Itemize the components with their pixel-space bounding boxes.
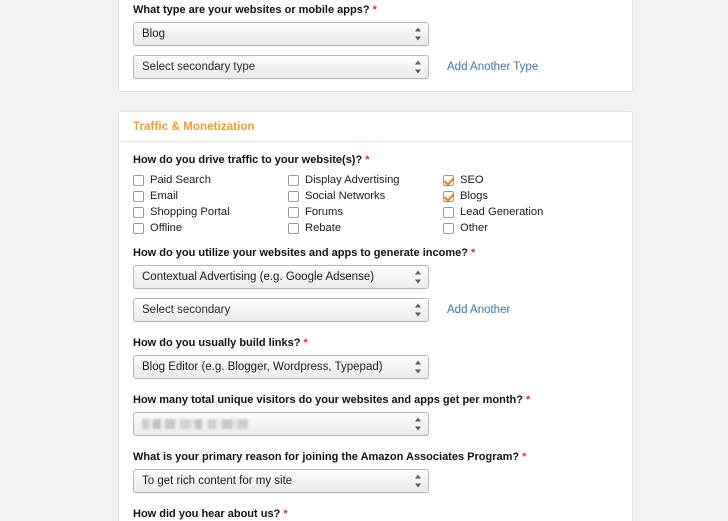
traffic-drivers-checkbox-grid: Paid Search Display Advertising SEO Emai… <box>133 172 618 236</box>
website-type-secondary-row: Select secondary type Add Another Type <box>133 55 618 88</box>
income-field: How do you utilize your websites and app… <box>133 247 618 331</box>
income-secondary-select-wrap: Select secondary <box>133 298 429 322</box>
checkbox-offline[interactable]: Offline <box>133 220 288 236</box>
build-links-select-wrap: Blog Editor (e.g. Blogger, Wordpress, Ty… <box>133 355 429 379</box>
traffic-monetization-card: Traffic & Monetization How do you drive … <box>118 111 633 521</box>
hear-about-field: How did you hear about us? * Online Sear… <box>133 508 618 521</box>
checkbox-rebate[interactable]: Rebate <box>288 220 443 236</box>
checkbox-label: Social Networks <box>305 190 386 202</box>
checkbox-label: Shopping Portal <box>150 206 230 218</box>
traffic-card-header: Traffic & Monetization <box>119 112 632 142</box>
checkbox-label: Email <box>150 190 178 202</box>
add-another-type-link[interactable]: Add Another Type <box>447 61 538 73</box>
join-reason-field: What is your primary reason for joining … <box>133 451 618 493</box>
traffic-drivers-field: How do you drive traffic to your website… <box>133 154 618 236</box>
checkbox-box-icon[interactable] <box>133 206 144 218</box>
income-label-text: How do you utilize your websites and app… <box>133 247 468 259</box>
website-type-secondary-select-wrap: Select secondary type <box>133 55 429 79</box>
checkbox-forums[interactable]: Forums <box>288 204 443 220</box>
hear-about-label: How did you hear about us? * <box>133 508 618 521</box>
checkbox-shopping-portal[interactable]: Shopping Portal <box>133 204 288 220</box>
visitors-select-wrap <box>133 412 429 436</box>
checkbox-box-icon[interactable] <box>133 222 144 234</box>
checkbox-seo[interactable]: SEO <box>443 172 618 188</box>
checkbox-paid-search[interactable]: Paid Search <box>133 172 288 188</box>
visitors-label-text: How many total unique visitors do your w… <box>133 394 523 406</box>
hear-about-label-text: How did you hear about us? <box>133 508 281 520</box>
required-asterisk: * <box>522 451 527 463</box>
checkbox-label: Offline <box>150 222 183 234</box>
income-label: How do you utilize your websites and app… <box>133 247 618 260</box>
checkbox-box-icon[interactable] <box>288 190 299 202</box>
checkbox-box-icon[interactable] <box>443 222 454 234</box>
checkbox-display-advertising[interactable]: Display Advertising <box>288 172 443 188</box>
join-reason-select-wrap: To get rich content for my site <box>133 469 429 493</box>
website-type-field: What type are your websites or mobile ap… <box>133 4 618 88</box>
checkbox-label: SEO <box>460 174 484 186</box>
checkbox-email[interactable]: Email <box>133 188 288 204</box>
checkbox-blogs[interactable]: Blogs <box>443 188 618 204</box>
traffic-card-title: Traffic & Monetization <box>133 120 255 133</box>
checkbox-label: Rebate <box>305 222 342 234</box>
checkbox-label: Lead Generation <box>460 206 544 218</box>
checkbox-label: Blogs <box>460 190 488 202</box>
visitors-label: How many total unique visitors do your w… <box>133 394 618 407</box>
build-links-label-text: How do you usually build links? <box>133 337 301 349</box>
website-type-secondary-select[interactable]: Select secondary type <box>133 55 429 79</box>
checkbox-label: Forums <box>305 206 343 218</box>
website-type-card-body: What type are your websites or mobile ap… <box>119 0 632 98</box>
join-reason-label: What is your primary reason for joining … <box>133 451 618 464</box>
income-primary-select-wrap: Contextual Advertising (e.g. Google Adse… <box>133 265 429 289</box>
checkbox-box-icon[interactable] <box>288 206 299 218</box>
checkbox-box-icon[interactable] <box>288 174 299 186</box>
required-asterisk: * <box>303 337 308 349</box>
required-asterisk: * <box>526 394 531 406</box>
website-type-card: What type are your websites or mobile ap… <box>118 0 633 92</box>
checkbox-box-icon[interactable] <box>133 174 144 186</box>
redacted-value <box>142 419 252 429</box>
page-root: What type are your websites or mobile ap… <box>0 0 728 521</box>
income-secondary-row: Select secondary Add Another <box>133 298 618 331</box>
checkbox-social-networks[interactable]: Social Networks <box>288 188 443 204</box>
traffic-card-body: How do you drive traffic to your website… <box>119 142 632 521</box>
traffic-drivers-label: How do you drive traffic to your website… <box>133 154 618 167</box>
income-primary-select[interactable]: Contextual Advertising (e.g. Google Adse… <box>133 265 429 289</box>
traffic-drivers-label-text: How do you drive traffic to your website… <box>133 154 363 166</box>
checkbox-checked-icon[interactable] <box>443 174 454 186</box>
build-links-label: How do you usually build links? * <box>133 337 618 350</box>
website-type-label: What type are your websites or mobile ap… <box>133 4 618 17</box>
join-reason-label-text: What is your primary reason for joining … <box>133 451 520 463</box>
join-reason-select[interactable]: To get rich content for my site <box>133 469 429 493</box>
checkbox-label: Other <box>460 222 488 234</box>
add-another-income-link[interactable]: Add Another <box>447 304 510 316</box>
build-links-field: How do you usually build links? * Blog E… <box>133 337 618 379</box>
checkbox-label: Display Advertising <box>305 174 400 186</box>
checkbox-box-icon[interactable] <box>133 190 144 202</box>
required-asterisk: * <box>365 154 370 166</box>
checkbox-label: Paid Search <box>150 174 211 186</box>
checkbox-lead-generation[interactable]: Lead Generation <box>443 204 618 220</box>
visitors-field: How many total unique visitors do your w… <box>133 394 618 436</box>
website-type-primary-select-wrap: Blog <box>133 22 429 46</box>
visitors-select[interactable] <box>133 412 429 436</box>
required-asterisk: * <box>283 508 288 520</box>
website-type-primary-select[interactable]: Blog <box>133 22 429 46</box>
checkbox-checked-icon[interactable] <box>443 190 454 202</box>
build-links-select[interactable]: Blog Editor (e.g. Blogger, Wordpress, Ty… <box>133 355 429 379</box>
required-asterisk: * <box>471 247 476 259</box>
required-asterisk: * <box>372 4 377 16</box>
website-type-label-text: What type are your websites or mobile ap… <box>133 4 370 16</box>
income-secondary-select[interactable]: Select secondary <box>133 298 429 322</box>
checkbox-box-icon[interactable] <box>288 222 299 234</box>
checkbox-box-icon[interactable] <box>443 206 454 218</box>
checkbox-other[interactable]: Other <box>443 220 618 236</box>
